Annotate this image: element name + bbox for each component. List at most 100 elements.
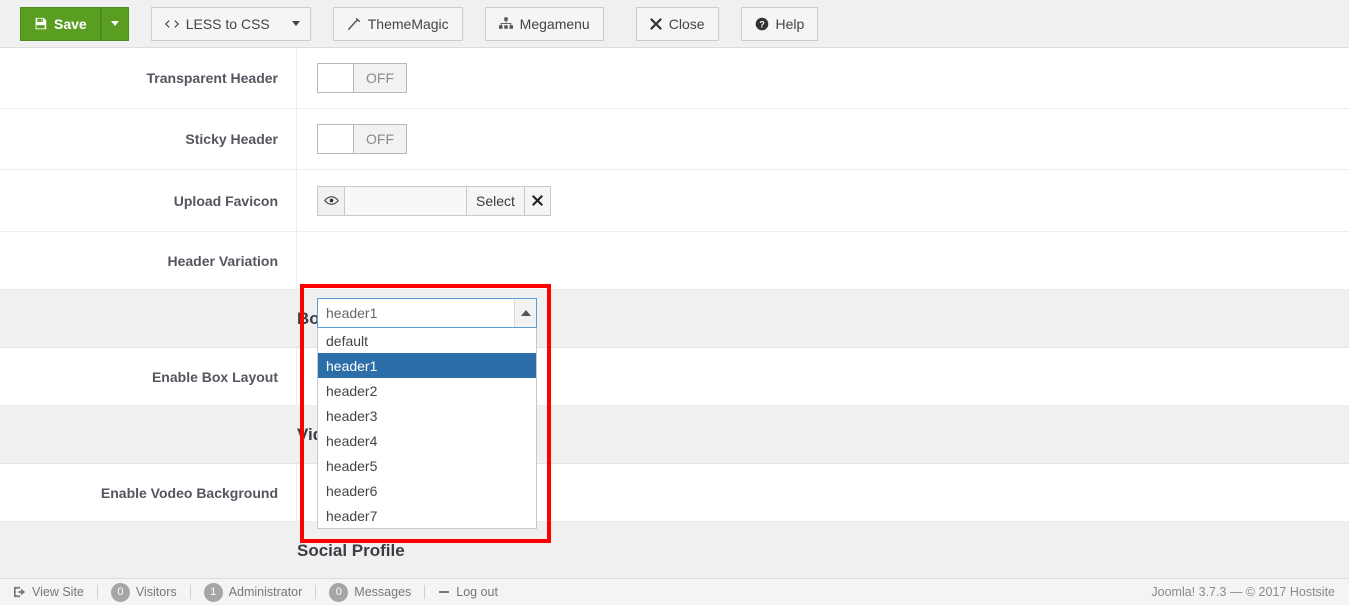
toggle-knob (318, 125, 354, 153)
minus-icon (438, 586, 450, 598)
save-button[interactable]: Save (20, 6, 101, 41)
label-enable-box-layout: Enable Box Layout (0, 348, 297, 405)
magic-wand-icon (347, 17, 361, 31)
settings-form: Transparent Header OFF Sticky Header OFF… (0, 48, 1349, 580)
save-button-label: Save (54, 15, 87, 32)
divider (96, 585, 98, 599)
favicon-select-button[interactable]: Select (467, 185, 525, 216)
toggle-knob (318, 64, 354, 92)
help-button-group: ? Help (740, 6, 819, 41)
messages-label: Messages (354, 585, 412, 599)
row-header-variation: Header Variation (0, 232, 1349, 290)
help-button[interactable]: ? Help (740, 6, 819, 41)
messages-status[interactable]: 0 Messages (329, 582, 412, 602)
favicon-clear-button[interactable] (524, 185, 551, 216)
divider (189, 585, 191, 599)
section-social-profile: Social Profile (0, 522, 1349, 580)
messages-count-badge: 0 (329, 582, 349, 602)
field-transparent-header: OFF (297, 48, 1349, 108)
section-title-social-profile: Social Profile (297, 540, 405, 560)
logout-link[interactable]: Log out (438, 585, 498, 599)
header-variation-option-list[interactable]: default header1 header2 header3 header4 … (317, 328, 537, 529)
thememagic-button-label: ThemeMagic (367, 15, 449, 32)
option-header5[interactable]: header5 (318, 453, 536, 478)
toggle-state-label: OFF (354, 125, 406, 153)
visitors-count-badge: 0 (110, 582, 130, 602)
administrator-status[interactable]: 1 Administrator (203, 582, 303, 602)
logout-label: Log out (456, 585, 498, 599)
eye-icon[interactable] (317, 185, 345, 216)
close-button[interactable]: Close (635, 6, 719, 41)
option-header1[interactable]: header1 (318, 353, 536, 378)
option-default[interactable]: default (318, 328, 536, 353)
field-upload-favicon: Select (297, 170, 1349, 231)
row-upload-favicon: Upload Favicon Select (0, 170, 1349, 232)
visitors-status[interactable]: 0 Visitors (110, 582, 177, 602)
transparent-header-toggle[interactable]: OFF (317, 63, 407, 93)
admin-template-settings-page: Save LESS to CSS ThemeMagic Megamenu Clo… (0, 0, 1349, 605)
save-button-group: Save (20, 6, 129, 41)
chevron-down-icon (292, 21, 301, 26)
view-site-label: View Site (32, 585, 84, 599)
administrator-label: Administrator (228, 585, 303, 599)
question-circle-icon: ? (755, 17, 769, 31)
chevron-down-icon (110, 21, 119, 26)
external-link-icon (14, 586, 26, 598)
footer-version-copyright: Joomla! 3.7.3 — © 2017 Hostsite (1151, 585, 1335, 599)
label-upload-favicon: Upload Favicon (0, 170, 297, 231)
sitemap-icon (498, 17, 513, 30)
label-transparent-header: Transparent Header (0, 48, 297, 108)
section-box-layout: Box Layout (0, 290, 1349, 348)
option-header6[interactable]: header6 (318, 478, 536, 503)
close-button-group: Close (635, 6, 719, 41)
toggle-state-label: OFF (354, 64, 406, 92)
field-header-variation (297, 232, 1349, 289)
label-sticky-header: Sticky Header (0, 109, 297, 169)
visitors-label: Visitors (135, 585, 177, 599)
sticky-header-toggle[interactable]: OFF (317, 124, 407, 154)
label-header-variation: Header Variation (0, 232, 297, 289)
megamenu-button-label: Megamenu (519, 15, 590, 32)
caret-up-shape (520, 310, 531, 316)
header-variation-select: header1 default header1 header2 header3 … (317, 298, 537, 529)
option-header4[interactable]: header4 (318, 428, 536, 453)
status-bar: View Site 0 Visitors 1 Administrator 0 M… (0, 578, 1349, 605)
close-x-icon (650, 17, 662, 30)
thememagic-button[interactable]: ThemeMagic (332, 6, 463, 41)
help-button-label: Help (775, 15, 805, 32)
less-to-css-dropdown-toggle[interactable] (282, 6, 311, 41)
close-button-label: Close (668, 15, 705, 32)
toolbar: Save LESS to CSS ThemeMagic Megamenu Clo… (0, 0, 1349, 48)
option-header2[interactable]: header2 (318, 378, 536, 403)
megamenu-button-group: Megamenu (484, 6, 604, 41)
code-icon (164, 18, 179, 30)
administrator-count-badge: 1 (203, 582, 223, 602)
row-enable-video-background: Enable Vodeo Background OFF (0, 464, 1349, 522)
less-to-css-button-group: LESS to CSS (150, 6, 311, 41)
header-variation-selected-value: header1 (326, 305, 378, 321)
field-sticky-header: OFF (297, 109, 1349, 169)
label-enable-video-background: Enable Vodeo Background (0, 464, 297, 521)
favicon-path-input[interactable] (345, 185, 467, 216)
thememagic-button-group: ThemeMagic (332, 6, 463, 41)
row-enable-box-layout: Enable Box Layout (0, 348, 1349, 406)
header-variation-select-box[interactable]: header1 (317, 298, 537, 328)
divider (315, 585, 317, 599)
megamenu-button[interactable]: Megamenu (484, 6, 604, 41)
floppy-disk-icon (34, 17, 47, 30)
row-sticky-header: Sticky Header OFF (0, 109, 1349, 170)
chevron-up-icon[interactable] (514, 299, 536, 327)
option-header3[interactable]: header3 (318, 403, 536, 428)
view-site-link[interactable]: View Site (14, 585, 84, 599)
option-header7[interactable]: header7 (318, 503, 536, 528)
less-to-css-button[interactable]: LESS to CSS (150, 6, 283, 41)
svg-text:?: ? (759, 19, 764, 29)
section-title-video: Video (0, 425, 343, 445)
row-transparent-header: Transparent Header OFF (0, 48, 1349, 109)
divider (424, 585, 426, 599)
section-video: Video (0, 406, 1349, 464)
status-bar-left: View Site 0 Visitors 1 Administrator 0 M… (14, 582, 498, 602)
save-dropdown-toggle[interactable] (100, 6, 129, 41)
less-to-css-button-label: LESS to CSS (185, 15, 270, 32)
favicon-media-field: Select (317, 185, 551, 216)
